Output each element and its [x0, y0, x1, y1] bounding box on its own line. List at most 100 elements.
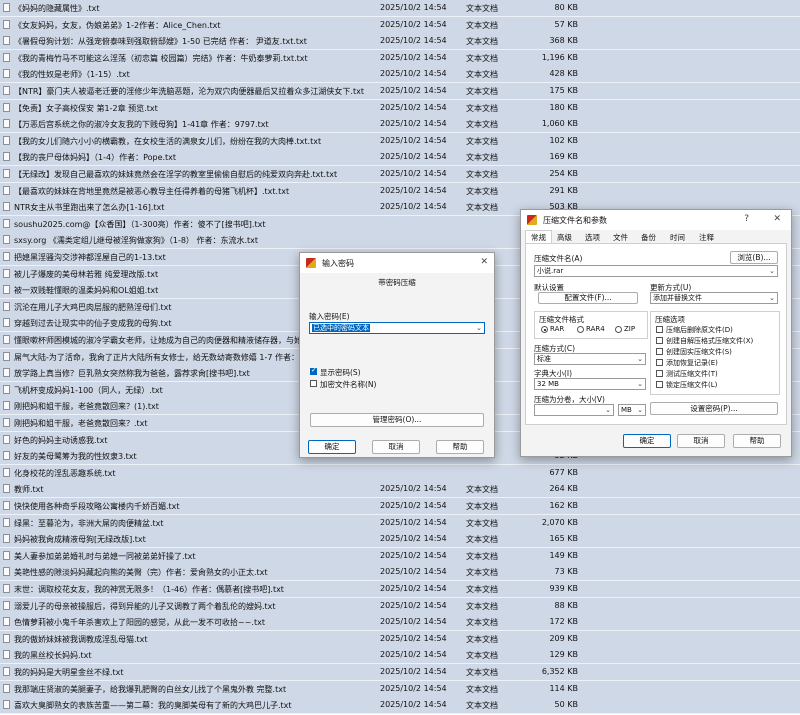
file-date: 2025/10/2 14:54: [380, 69, 447, 79]
chevron-down-icon[interactable]: ⌄: [476, 323, 482, 333]
option-checkbox[interactable]: [656, 326, 663, 333]
file-row[interactable]: 【最喜欢的妹妹在背地里竟然是被恶心教导主任得养着的母猪飞机杯】.txt.txt 2…: [0, 182, 800, 200]
file-row[interactable]: 喜欢大臭脚熟女的表族苦重——第二幕：我的臭脚美母有了新的大鸡巴儿子.txt 202…: [0, 697, 800, 715]
file-size: 291 KB: [549, 185, 578, 195]
password-input[interactable]: 已选中的密码文本 ⌄: [309, 322, 485, 334]
profiles-button[interactable]: 配置文件(F)...: [538, 292, 638, 304]
archive-name-input[interactable]: 小说.rar ⌄: [534, 265, 778, 277]
file-row[interactable]: 溺爱儿子的母亲被操服后，得到异能的儿子又调教了两个着乱伦的嫂妈.txt 2025/…: [0, 597, 800, 615]
file-type: 文本文档: [466, 103, 498, 113]
file-date: 2025/10/2 14:54: [380, 19, 447, 29]
ok-button[interactable]: 确定: [308, 440, 356, 454]
file-row[interactable]: 【万恶后宫系统之你的淑冷女友我的下贱母狗】1-41章 作者：9797.txt 20…: [0, 116, 800, 134]
tab-backup[interactable]: 备份: [641, 232, 656, 243]
tab-comment[interactable]: 注释: [699, 232, 714, 243]
file-size: 175 KB: [549, 86, 578, 95]
file-row[interactable]: 【免责】女子高校保安 第1-2章 预览.txt 2025/10/2 14:54 文本…: [0, 99, 800, 117]
dictionary-size-select[interactable]: 32 MB ⌄: [534, 378, 646, 390]
file-row[interactable]: 我的傲娇妹妹被我调教成淫乱母猫.txt 2025/10/2 14:54 文本文档 20…: [0, 630, 800, 648]
file-date: 2025/10/2 14:54: [380, 683, 447, 693]
file-row[interactable]: 绿黑：至暮沦为，非洲大屌的肉便精盆.txt 2025/10/2 14:54 文本文档…: [0, 514, 800, 532]
file-row[interactable]: 化身校花的淫乱恶趣系统.txt 677 KB: [0, 464, 800, 482]
chevron-down-icon[interactable]: ⌄: [605, 405, 611, 415]
browse-button[interactable]: 浏览(B)...: [730, 251, 778, 264]
file-row[interactable]: 《女友妈妈，女友，伪娘弟弟》1-2作者：Alice_Chen.txt 2025/1…: [0, 16, 800, 34]
file-row[interactable]: 妈妈被我肏成精液母狗[无绿改版].txt 2025/10/2 14:54 文本文档 1…: [0, 531, 800, 549]
file-row[interactable]: 《我的性奴是老师》（1-15）.txt 2025/10/2 14:54 文本文档 42…: [0, 66, 800, 84]
cancel-button[interactable]: 取消: [677, 434, 725, 448]
option-checkbox[interactable]: [656, 337, 663, 344]
file-size: 677 KB: [549, 467, 578, 477]
chevron-down-icon[interactable]: ⌄: [637, 379, 643, 389]
file-row[interactable]: 【NTR】豪门夫人被逼老迁要的淫修少年洗脑恶题，沦为双穴肉便器最后又拉着众多江湖…: [0, 83, 800, 100]
format-rar-radio[interactable]: [541, 326, 548, 333]
file-row[interactable]: 教师.txt 2025/10/2 14:54 文本文档 264 KB: [0, 481, 800, 499]
file-date: 2025/10/2 14:54: [380, 700, 447, 710]
file-row[interactable]: 美人妻参加弟弟婚礼时与弟媳一同被弟弟奸操了.txt 2025/10/2 14:54…: [0, 547, 800, 565]
option-checkbox[interactable]: [656, 359, 663, 366]
file-row[interactable]: 我的妈妈是大明星金丝不绿.txt 2025/10/2 14:54 文本文档 6,352…: [0, 664, 800, 681]
chevron-down-icon[interactable]: ⌄: [637, 354, 643, 364]
file-row[interactable]: 快快使用各种奇乎段攻略公寓楼内千娇百媚.txt 2025/10/2 14:54 文本…: [0, 498, 800, 515]
file-row[interactable]: 末世：调取校花女友，我的神赏无限多！（1-46）作者：偶慕者[搜书吧].txt 2…: [0, 581, 800, 598]
file-size: 209 KB: [549, 633, 578, 643]
password-heading: 带密码压缩: [378, 278, 416, 287]
tab-time[interactable]: 时间: [670, 232, 685, 243]
tab-options[interactable]: 选项: [585, 232, 600, 243]
file-size: 368 KB: [549, 36, 578, 46]
file-row[interactable]: 色情萝莉被小鬼千年杀害欢上了阳园的感觉，从此一发不可收拾~~.txt 2025/1…: [0, 614, 800, 632]
tab-advanced[interactable]: 高级: [557, 232, 572, 243]
text-file-icon: [3, 268, 10, 278]
option-checkbox[interactable]: [656, 381, 663, 388]
chevron-down-icon[interactable]: ⌄: [769, 266, 775, 276]
file-row[interactable]: 《暑假母狗计划：从强宠俯泰味到强取俯邸嫂》1-50 已完结 作者： 尹道友.tx…: [0, 33, 800, 51]
close-icon[interactable]: ✕: [480, 257, 488, 267]
file-row[interactable]: 我那端庄贤淑的美腿妻子，给我爆乳肥臀的白丝女儿找了个黑鬼外教 完整.txt 202…: [0, 680, 800, 698]
file-row[interactable]: 【我的丧尸母体妈妈】（1-4）作者：Pope.txt 2025/10/2 14:5…: [0, 149, 800, 167]
format-rar4-radio[interactable]: [577, 326, 584, 333]
split-size-input[interactable]: ⌄: [534, 404, 614, 416]
option-checkbox[interactable]: [656, 370, 663, 377]
file-row[interactable]: 【我的女儿们随六小小的横霸教，在女校生活的满泉女儿们，纷纷在我的大肉棒.txt.…: [0, 132, 800, 150]
text-file-icon: [3, 700, 10, 710]
option-checkbox[interactable]: [656, 348, 663, 355]
file-date: 2025/10/2 14:54: [380, 584, 447, 593]
show-password-checkbox[interactable]: [310, 366, 317, 375]
file-type: 文本文档: [466, 20, 498, 30]
chevron-down-icon[interactable]: ⌄: [637, 405, 643, 415]
file-row[interactable]: 美艳性感的隙淡妈妈藏起向熊的美臀（完）作者：爱肏熟女的小正太.txt 2025/1…: [0, 564, 800, 582]
file-size: 428 KB: [549, 69, 578, 79]
help-button[interactable]: 帮助: [733, 434, 781, 448]
encrypt-names-checkbox[interactable]: [310, 380, 317, 387]
close-icon[interactable]: ✕: [773, 214, 781, 224]
help-button[interactable]: 帮助: [436, 440, 484, 454]
cancel-button[interactable]: 取消: [372, 440, 420, 454]
file-type: 文本文档: [466, 203, 498, 213]
tab-files[interactable]: 文件: [613, 232, 628, 243]
manage-passwords-button[interactable]: 管理密码(O)...: [310, 413, 484, 427]
file-row[interactable]: 《妈妈的隐藏属性》.txt 2025/10/2 14:54 文本文档 80 KB: [0, 0, 800, 17]
text-file-icon: [3, 434, 10, 444]
help-icon[interactable]: ?: [744, 214, 749, 224]
file-row[interactable]: 【无绿改】发现自己最喜欢的妹妹竟然会在淫学的教室里偷偷自慰后的纯爱双向奔赴.tx…: [0, 166, 800, 183]
text-file-icon: [3, 484, 10, 494]
file-size: 254 KB: [549, 169, 578, 178]
option-solid-label: 创建固实压缩文件(S): [666, 348, 732, 356]
option-lock-label: 锁定压缩文件(L): [666, 381, 718, 389]
split-unit-select[interactable]: MB ⌄: [618, 404, 646, 416]
file-type: 文本文档: [466, 153, 498, 163]
update-method-select[interactable]: 添加并替换文件 ⌄: [650, 292, 778, 304]
file-row[interactable]: 我的黑丝校长妈妈.txt 2025/10/2 14:54 文本文档 129 KB: [0, 647, 800, 665]
text-file-icon: [3, 19, 10, 29]
format-zip-radio[interactable]: [615, 326, 622, 333]
encrypt-names-label: 加密文件名称(N): [320, 380, 377, 389]
chevron-down-icon[interactable]: ⌄: [769, 293, 775, 303]
archive-format-group: 压缩文件格式 RAR RAR4 ZIP: [534, 311, 648, 339]
ok-button[interactable]: 确定: [623, 434, 671, 448]
file-type: 文本文档: [466, 53, 498, 63]
set-password-button[interactable]: 设置密码(P)...: [650, 402, 778, 415]
compression-method-select[interactable]: 标准 ⌄: [534, 353, 646, 365]
file-row[interactable]: 《我的青梅竹马不可能这么淫荡（初恋篇 校园篇）完结》作者：牛奶泰萝莉.txt.t…: [0, 49, 800, 67]
file-type: 文本文档: [466, 668, 498, 677]
file-date: 2025/10/2 14:54: [380, 484, 447, 494]
